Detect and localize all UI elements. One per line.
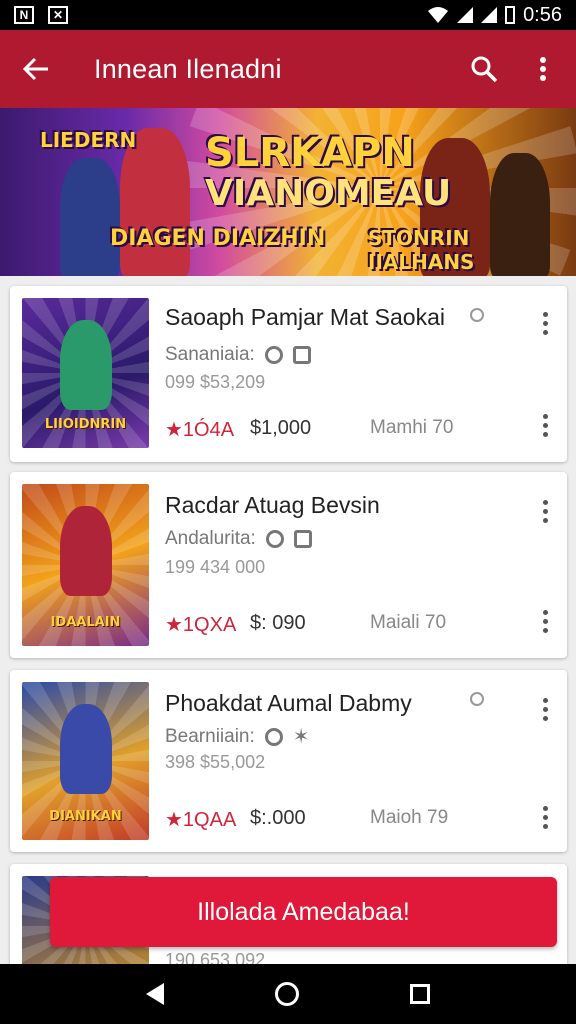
item-title: Saoaph Pamjar Mat Saokai: [165, 304, 445, 330]
notification-icon-2: ✕: [48, 6, 68, 24]
back-arrow-icon[interactable]: [16, 49, 56, 89]
clock: 0:56: [523, 3, 562, 26]
system-nav-bar: [0, 964, 576, 1024]
more-vert-icon[interactable]: [541, 500, 549, 523]
list-item[interactable]: IDAALAIN Racdar Atuag Bevsin Andalurita:…: [10, 472, 567, 658]
thumbnail-logo: IDAALAIN: [50, 615, 121, 630]
item-rating: ★1QAA: [165, 809, 237, 831]
status-bar: N ✕ 0:56: [0, 0, 576, 30]
item-meta: Mamhi 70: [370, 417, 454, 438]
more-vert-icon[interactable]: [541, 698, 549, 721]
more-vert-icon[interactable]: [526, 49, 560, 89]
install-cta-button[interactable]: Illolada Amedabaa!: [50, 877, 557, 947]
list-item[interactable]: LIIOIDNRIN Saoaph Pamjar Mat Saokai Sana…: [10, 286, 567, 462]
search-small-icon: [470, 308, 484, 322]
tag-icon: [293, 530, 312, 548]
game-thumbnail: LIIOIDNRIN: [22, 298, 149, 448]
item-meta: Maiali 70: [370, 612, 447, 633]
more-vert-icon[interactable]: [541, 806, 549, 829]
nav-back-icon[interactable]: [145, 983, 164, 1005]
nav-recents-icon[interactable]: [410, 984, 431, 1004]
banner-subheadline: VIANOMEAU: [205, 173, 452, 214]
banner-logo-left: LIEDERN: [40, 128, 137, 152]
more-vert-icon[interactable]: [541, 610, 549, 633]
signal-icon: [457, 7, 474, 23]
item-subtitle: Bearniiain:: [165, 725, 255, 747]
item-subtitle: Andalurita:: [165, 528, 256, 549]
nav-home-icon[interactable]: [274, 982, 299, 1006]
item-meta: Maioh 79: [370, 807, 449, 828]
list-item[interactable]: DIANIKAN Phoakdat Aumal Dabmy Bearniiain…: [10, 670, 567, 852]
search-small-icon: [470, 692, 484, 706]
notification-icon: N: [14, 6, 34, 24]
signal-icon-2: [481, 7, 498, 23]
banner-tag-left: DIAGEN DIAIZHIN: [110, 226, 326, 251]
item-number: 199 434 000: [165, 557, 266, 577]
item-price: $1,000: [250, 417, 312, 439]
item-rating: ★1Ó4A: [165, 419, 235, 441]
item-rating: ★1QXA: [165, 614, 237, 636]
item-number: 398 $55,002: [165, 752, 266, 772]
item-subtitle: Sananiaia:: [165, 344, 255, 365]
app-title: Innean Ilenadni: [94, 53, 282, 84]
person-icon: [292, 346, 311, 364]
more-vert-icon[interactable]: [541, 414, 549, 437]
thumbnail-logo: DIANIKAN: [49, 809, 122, 824]
battery-icon: [505, 6, 516, 24]
item-title: Racdar Atuag Bevsin: [165, 492, 380, 518]
wifi-icon: [428, 7, 449, 23]
thumbnail-logo: LIIOIDNRIN: [44, 417, 127, 432]
more-vert-icon[interactable]: [541, 312, 549, 335]
search-icon[interactable]: [464, 49, 504, 89]
headphones-icon: [265, 530, 284, 548]
item-title: Phoakdat Aumal Dabmy: [165, 690, 412, 716]
promo-banner[interactable]: LIEDERN SLRKAPN VIANOMEAU DIAGEN DIAIZHI…: [0, 108, 576, 276]
star-icon: ✶: [292, 726, 310, 748]
headphones-icon: [264, 727, 283, 746]
banner-tag-right: STONRIN IIALHANS: [368, 226, 475, 274]
game-thumbnail: DIANIKAN: [22, 682, 149, 840]
headphones-icon: [264, 346, 283, 364]
item-price: $: 090: [250, 612, 306, 634]
banner-headline: SLRKAPN: [205, 130, 415, 176]
item-price: $:.000: [250, 807, 306, 829]
game-thumbnail: IDAALAIN: [22, 484, 149, 646]
app-bar: Innean Ilenadni: [0, 30, 576, 108]
item-number: 099 $53,209: [165, 372, 266, 392]
